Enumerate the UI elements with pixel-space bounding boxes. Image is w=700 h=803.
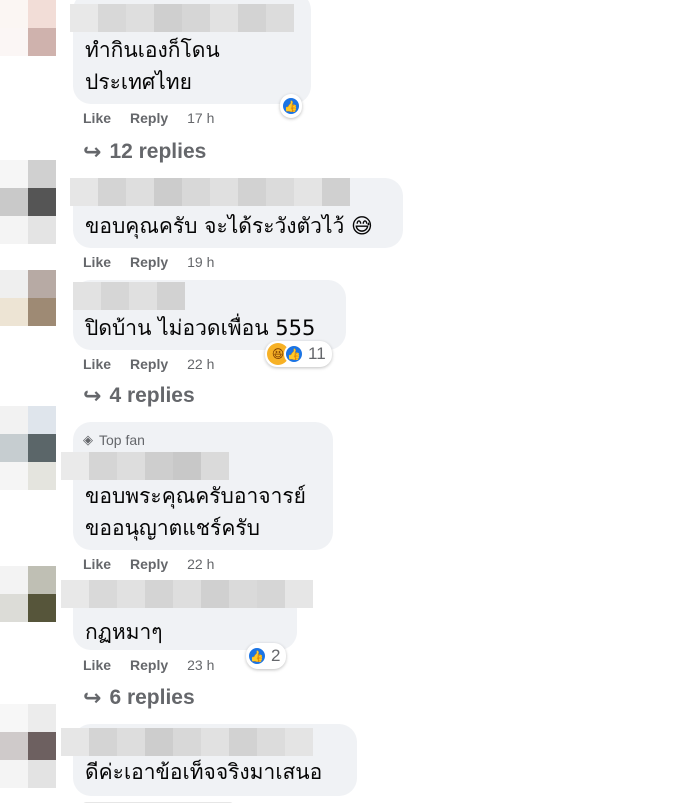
commenter-name[interactable] [73,282,185,310]
reaction-summary[interactable]: 😆 👍 11 [265,341,332,367]
avatar[interactable] [0,270,56,354]
reply-button[interactable]: Reply [130,556,168,572]
comment-text: ทำกินเองก็โดน ประเทศไทย [85,38,220,94]
comment-text: กฏหมาๆ [85,620,163,644]
comment-text: ดีค่ะเอาข้อเท็จจริงมาเสนอ [85,760,323,784]
reply-button[interactable]: Reply [130,356,168,372]
badge-label: Top fan [99,432,145,448]
comment-text: ขอบพระคุณครับอาจารย์ ขออนุญาตแชร์ครับ [85,484,306,540]
reaction-summary[interactable]: 👍 [280,94,302,118]
comment-text: ปิดบ้าน ไม่อวดเพื่อน 555 [85,316,316,340]
reply-arrow-icon: ↪ [83,139,102,164]
like-icon: 👍 [247,646,267,666]
replies-label: 4 replies [109,384,195,407]
like-button[interactable]: Like [83,356,111,372]
commenter-name[interactable] [61,728,313,756]
reaction-count: 2 [271,646,281,665]
like-button[interactable]: Like [83,657,111,673]
replies-label: 12 replies [109,140,207,163]
view-replies-button[interactable]: ↪ 6 replies [83,685,195,711]
commenter-name[interactable] [61,580,313,608]
like-button[interactable]: Like [83,110,111,126]
view-replies-button[interactable]: ↪ 4 replies [83,383,195,409]
commenter-name[interactable] [70,178,350,206]
comment-actions: Like Reply 17 h [83,108,214,128]
comment-actions: Like Reply 22 h [83,554,214,574]
replies-label: 6 replies [109,686,195,709]
avatar[interactable] [0,566,56,650]
commenter-name[interactable] [61,452,229,480]
comment-actions: Like Reply 22 h [83,354,214,374]
comment-bubble: ปิดบ้าน ไม่อวดเพื่อน 555 [73,280,346,350]
diamond-icon: ◈ [83,432,93,447]
reply-button[interactable]: Reply [130,254,168,270]
timestamp[interactable]: 22 h [187,556,214,572]
like-button[interactable]: Like [83,254,111,270]
reply-button[interactable]: Reply [130,110,168,126]
avatar[interactable] [0,406,56,490]
comment-bubble: ดีค่ะเอาข้อเท็จจริงมาเสนอ [61,724,357,796]
comment-bubble: ◈ Top fan ขอบพระคุณครับอาจารย์ ขออนุญาตแ… [61,422,333,550]
reply-button[interactable]: Reply [130,657,168,673]
reaction-count: 11 [308,344,326,363]
view-replies-button[interactable]: ↪ 12 replies [83,139,206,165]
timestamp[interactable]: 19 h [187,254,214,270]
reaction-summary[interactable]: 👍 2 [246,643,287,669]
timestamp[interactable]: 22 h [187,356,214,372]
timestamp[interactable]: 23 h [187,657,214,673]
comment-bubble: กฏหมาๆ [61,580,313,650]
comment-actions-partial [83,796,233,803]
avatar[interactable] [0,704,56,788]
comment-actions: Like Reply 19 h [83,252,214,272]
reply-arrow-icon: ↪ [83,685,102,710]
like-icon: 👍 [281,96,301,116]
reply-arrow-icon: ↪ [83,383,102,408]
like-icon: 👍 [284,344,304,364]
comment-bubble: ขอบคุณครับ จะได้ระวังตัวไว้ 😅 [70,178,403,248]
top-fan-badge: ◈ Top fan [83,432,145,448]
commenter-name[interactable] [70,4,294,32]
like-button[interactable]: Like [83,556,111,572]
avatar[interactable] [0,160,56,244]
avatar[interactable] [0,0,56,84]
comment-bubble: ทำกินเองก็โดน ประเทศไทย [70,0,311,104]
comment-actions: Like Reply 23 h [83,655,214,675]
comment-text: ขอบคุณครับ จะได้ระวังตัวไว้ 😅 [85,214,373,238]
timestamp[interactable]: 17 h [187,110,214,126]
